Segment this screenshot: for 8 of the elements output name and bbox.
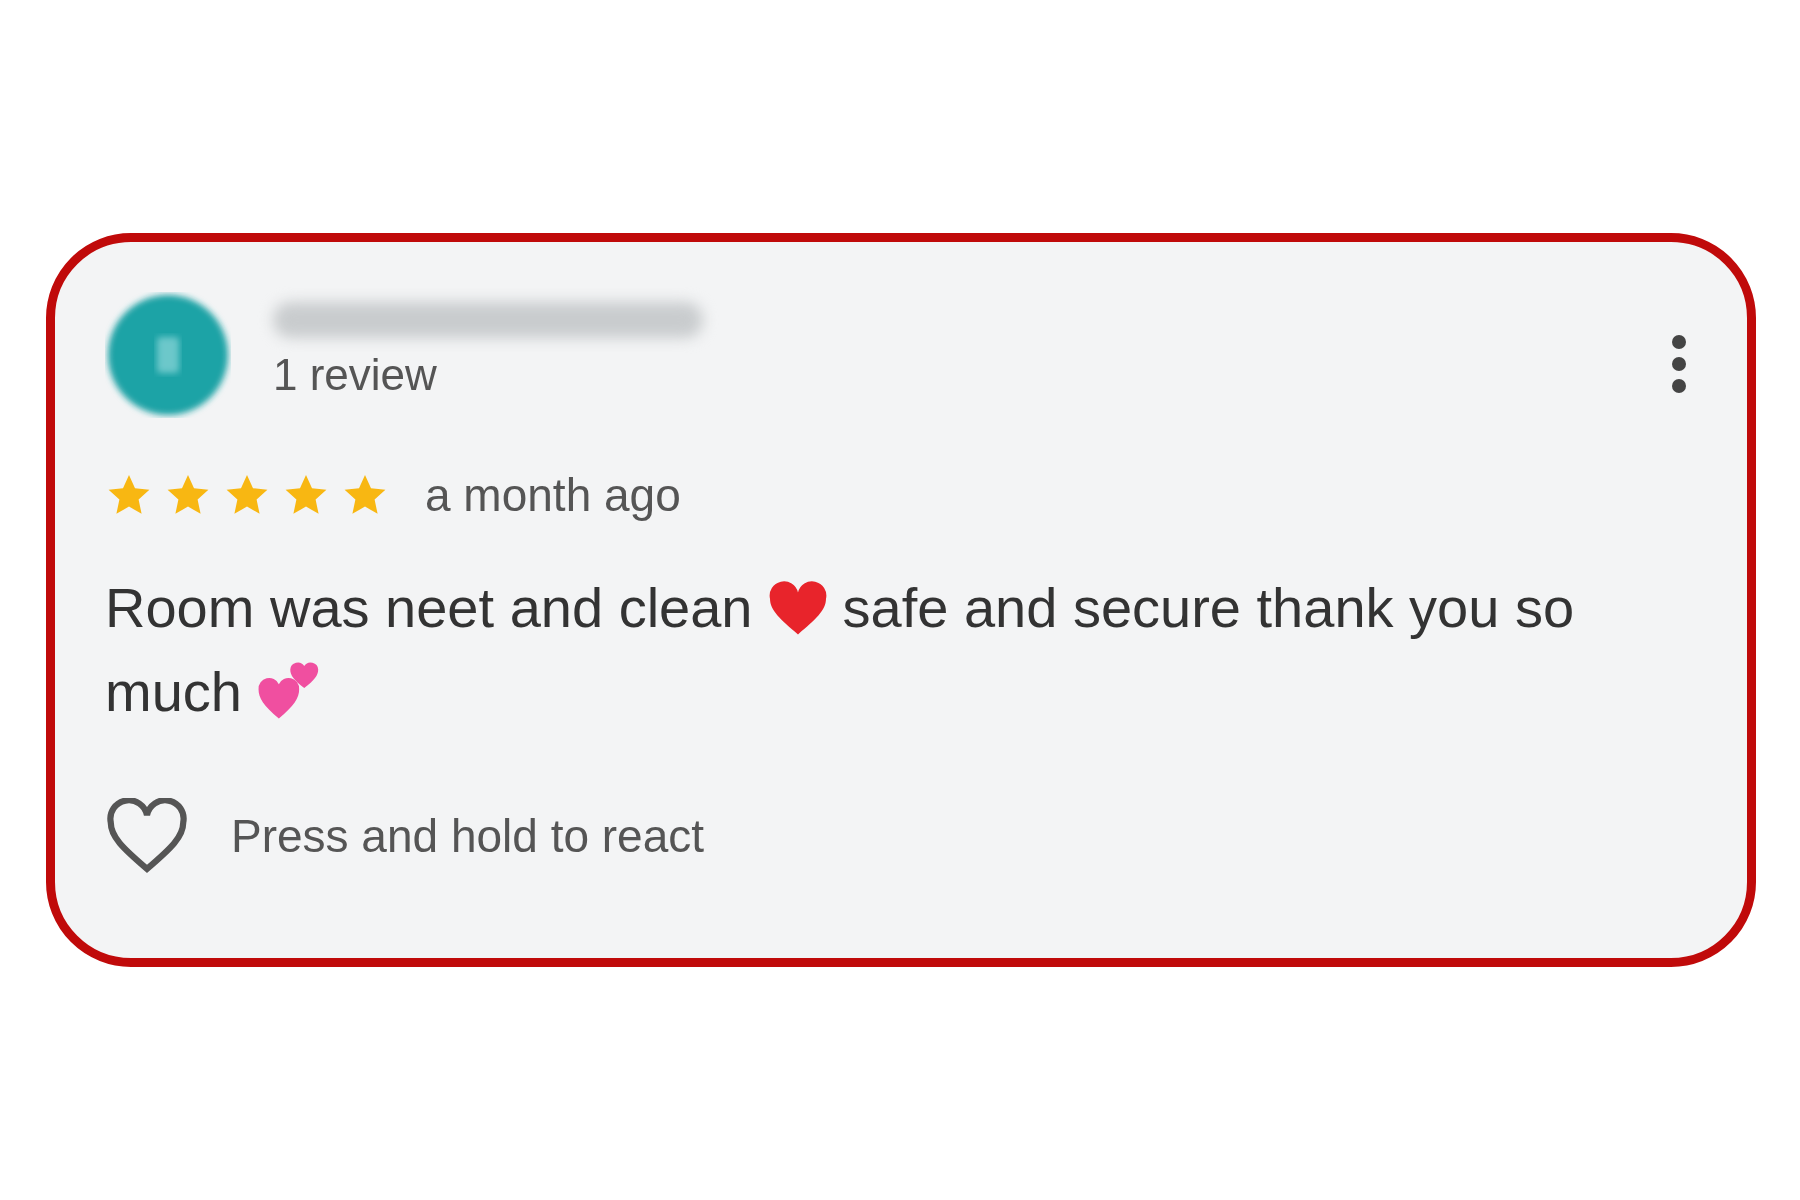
review-count: 1 review [273, 350, 438, 400]
review-text: much [105, 659, 242, 725]
review-date: a month ago [425, 468, 681, 522]
react-hint: Press and hold to react [231, 809, 705, 863]
more-options-icon[interactable] [1669, 334, 1689, 394]
heart-icon[interactable] [105, 798, 189, 874]
review-text: safe and secure thank you so [842, 575, 1575, 641]
review-text: Room was neet and clean [105, 575, 753, 641]
